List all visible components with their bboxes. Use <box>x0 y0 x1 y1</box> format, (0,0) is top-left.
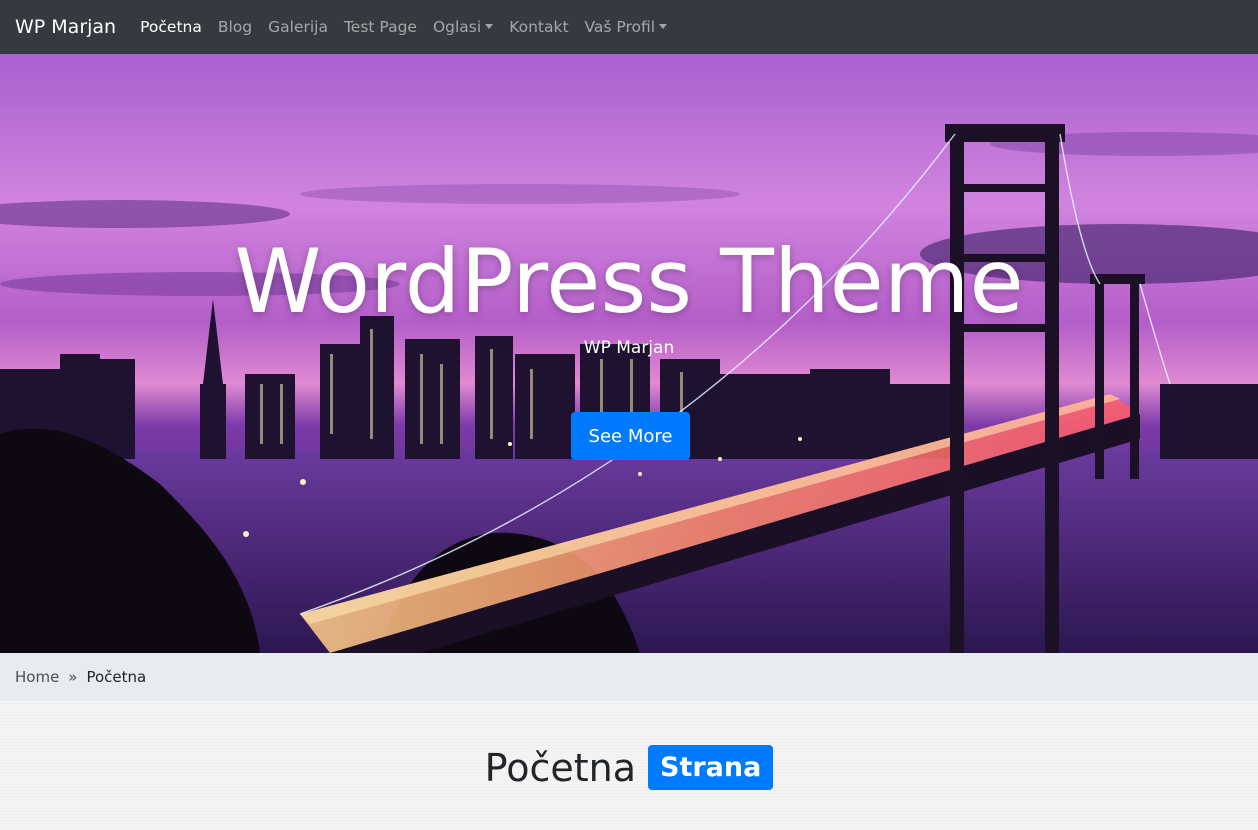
nav-item-blog[interactable]: Blog <box>218 18 252 36</box>
hero-banner: WordPress Theme WP Marjan See More <box>0 54 1258 653</box>
brand-link[interactable]: WP Marjan <box>15 16 116 38</box>
breadcrumb-home-link[interactable]: Home <box>15 668 59 686</box>
nav-item-label: Oglasi <box>432 18 482 36</box>
caret-down-icon <box>485 23 494 29</box>
nav-item-pocetna[interactable]: Početna <box>140 18 202 36</box>
nav-item-label: Vaš Profil <box>584 18 656 36</box>
breadcrumb: Home » Početna <box>0 653 1258 701</box>
main-content: Početna Strana <box>0 701 1258 830</box>
page-heading: Početna Strana <box>0 745 1258 790</box>
nav-item-vas-profil-dropdown[interactable]: Vaš Profil <box>585 18 668 36</box>
breadcrumb-separator: » <box>68 668 78 686</box>
page-title-badge: Strana <box>648 745 774 790</box>
nav-menu: Početna Blog Galerija Test Page Oglasi K… <box>140 18 683 36</box>
nav-item-label: Blog <box>217 18 253 36</box>
nav-item-galerija[interactable]: Galerija <box>268 18 328 36</box>
nav-item-test-page[interactable]: Test Page <box>344 18 417 36</box>
hero-title: WordPress Theme <box>234 230 1024 333</box>
nav-item-label: Test Page <box>343 18 417 36</box>
breadcrumb-current: Početna <box>86 668 147 686</box>
hero-subtitle: WP Marjan <box>583 338 675 358</box>
nav-item-oglasi-dropdown[interactable]: Oglasi <box>432 18 494 36</box>
caret-down-icon <box>659 23 668 29</box>
nav-item-label: Kontakt <box>509 18 569 36</box>
see-more-button[interactable]: See More <box>571 412 690 460</box>
nav-item-label: Početna <box>140 18 202 36</box>
nav-item-kontakt[interactable]: Kontakt <box>509 18 568 36</box>
nav-item-label: Galerija <box>268 18 328 36</box>
top-navbar: WP Marjan Početna Blog Galerija Test Pag… <box>0 0 1258 54</box>
page-title: Početna <box>484 745 636 790</box>
